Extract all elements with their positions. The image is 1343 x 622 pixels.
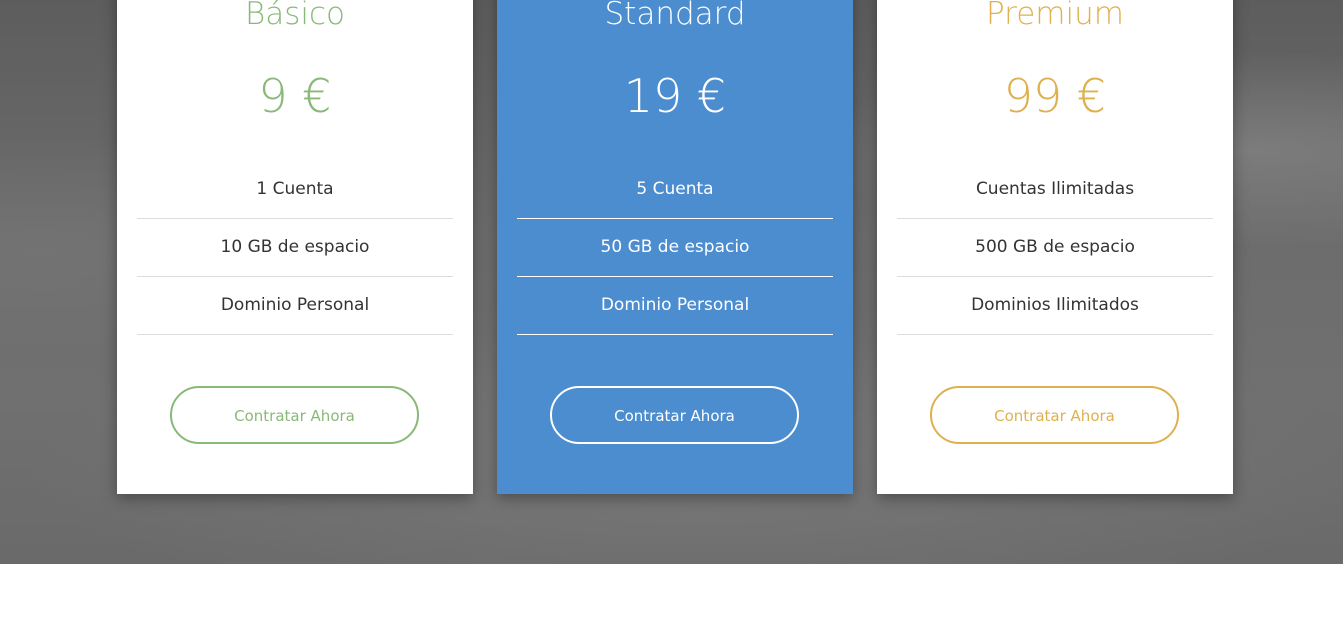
- plan-price: 99 €: [1003, 69, 1107, 123]
- feature-item: 50 GB de espacio: [517, 219, 833, 277]
- contratar-ahora-button-premium[interactable]: Contratar Ahora: [930, 386, 1179, 444]
- pricing-section: Básico 9 € 1 Cuenta 10 GB de espacio Dom…: [0, 0, 1343, 564]
- feature-item: 1 Cuenta: [137, 161, 453, 219]
- feature-list: 1 Cuenta 10 GB de espacio Dominio Person…: [137, 161, 453, 335]
- feature-item: Dominio Personal: [517, 277, 833, 335]
- feature-item: Cuentas Ilimitadas: [897, 161, 1213, 219]
- plan-card-basico: Básico 9 € 1 Cuenta 10 GB de espacio Dom…: [117, 0, 473, 494]
- feature-item: 10 GB de espacio: [137, 219, 453, 277]
- plan-card-premium: Premium 99 € Cuentas Ilimitadas 500 GB d…: [877, 0, 1233, 494]
- feature-list: 5 Cuenta 50 GB de espacio Dominio Person…: [517, 161, 833, 335]
- feature-item: 5 Cuenta: [517, 161, 833, 219]
- plan-card-standard: Standard 19 € 5 Cuenta 50 GB de espacio …: [497, 0, 853, 494]
- plan-title: Standard: [604, 0, 746, 32]
- contratar-ahora-button-basico[interactable]: Contratar Ahora: [170, 386, 419, 444]
- feature-item: Dominios Ilimitados: [897, 277, 1213, 335]
- plan-price: 9 €: [258, 69, 332, 123]
- plan-price: 19 €: [623, 69, 727, 123]
- contratar-ahora-button-standard[interactable]: Contratar Ahora: [550, 386, 799, 444]
- feature-item: Dominio Personal: [137, 277, 453, 335]
- feature-item: 500 GB de espacio: [897, 219, 1213, 277]
- plan-title: Premium: [986, 0, 1124, 32]
- plan-title: Básico: [244, 0, 346, 32]
- feature-list: Cuentas Ilimitadas 500 GB de espacio Dom…: [897, 161, 1213, 335]
